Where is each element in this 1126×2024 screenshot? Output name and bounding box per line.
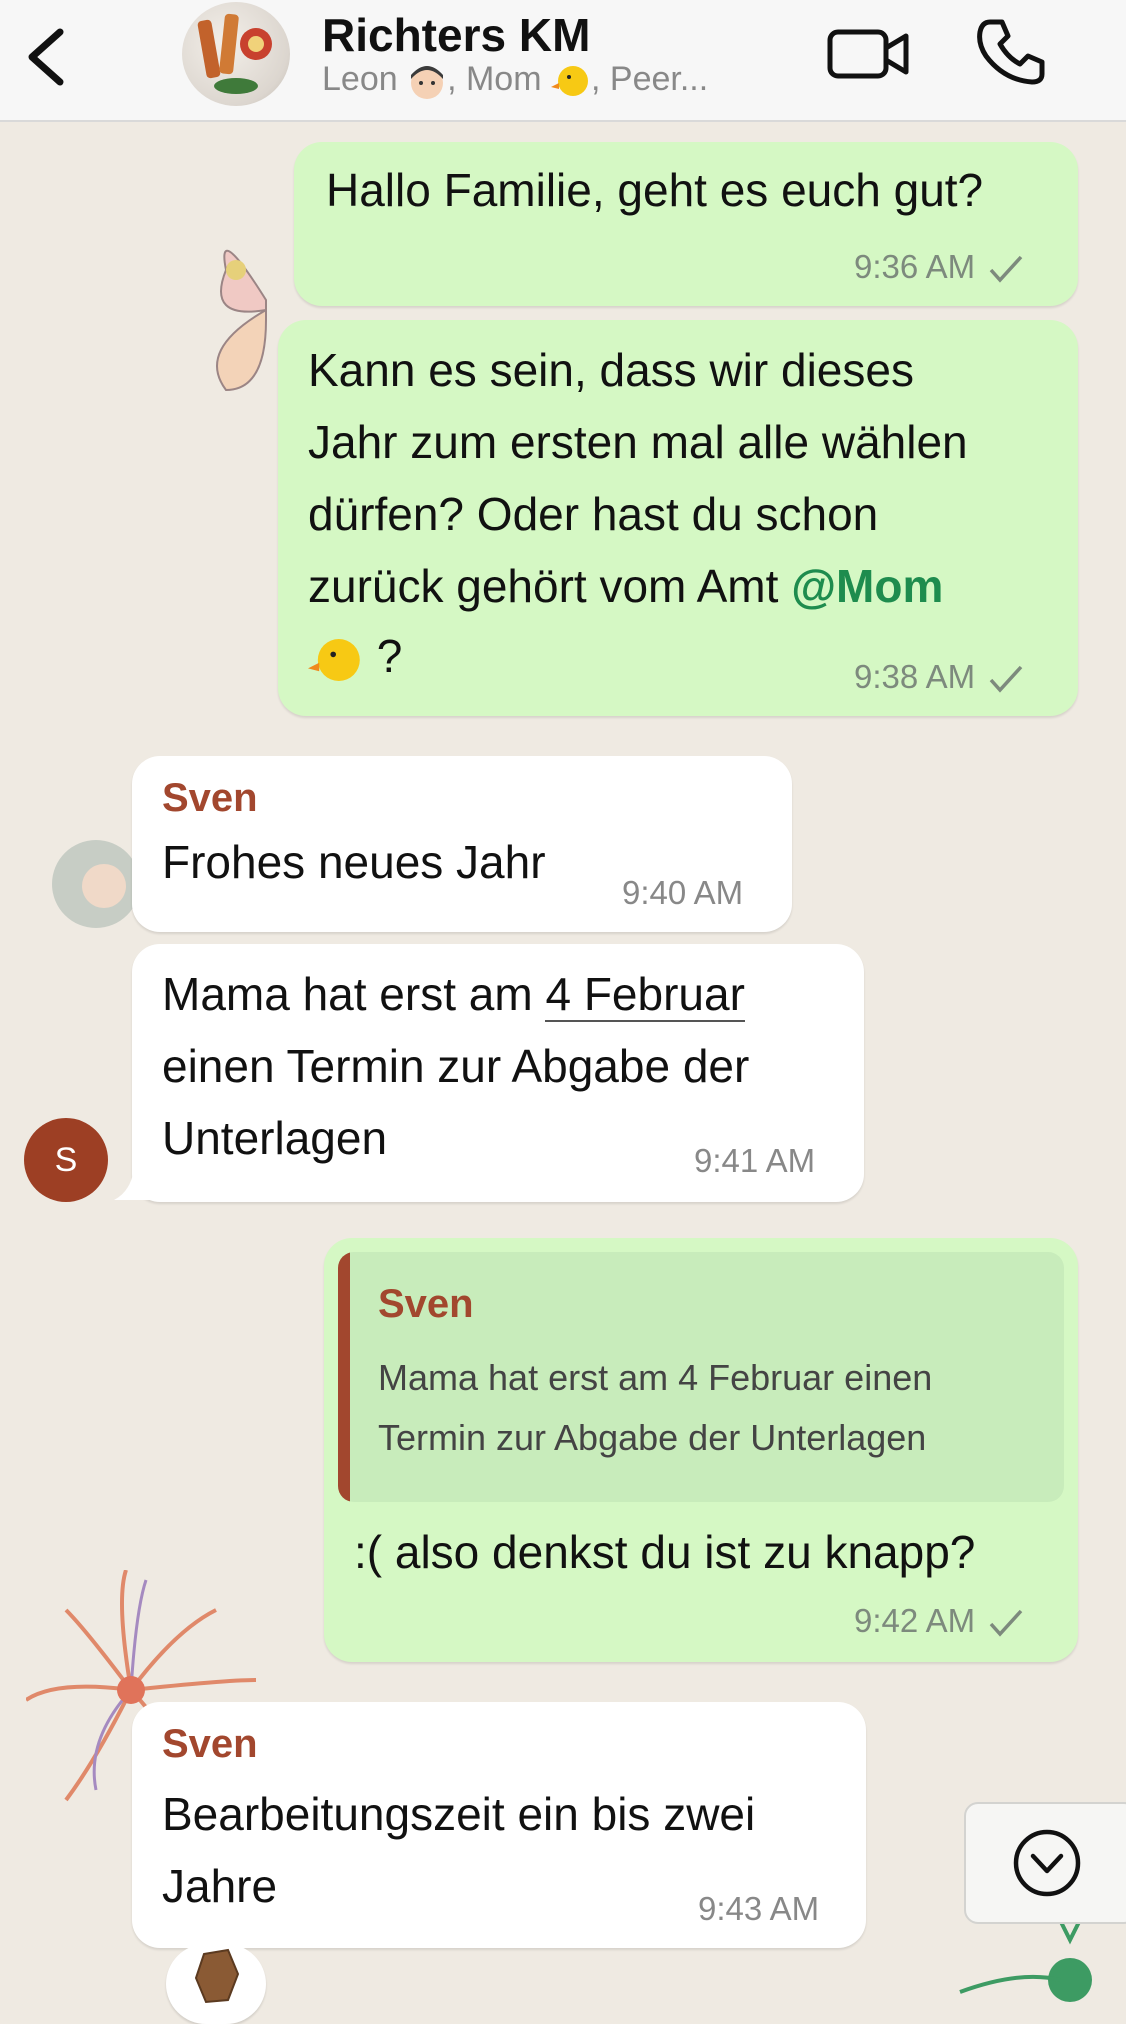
mention-link[interactable]: @Mom [791, 560, 943, 612]
message-text: Hallo Familie, geht es euch gut? [326, 164, 984, 216]
duck-emoji-icon [308, 638, 360, 681]
message-text-line: Jahr zum ersten mal alle wählen [308, 416, 968, 468]
sender-avatar[interactable]: S [24, 1118, 108, 1202]
read-check-icon [989, 1610, 1023, 1637]
message-bubble-outgoing[interactable]: Kann es sein, dass wir dieses Jahr zum e… [278, 320, 1078, 716]
message-time: 9:42 AM [854, 1602, 1024, 1640]
boy-emoji-icon [411, 66, 444, 100]
message-text-line: ? [308, 620, 402, 692]
sender-name[interactable]: Sven [162, 776, 258, 821]
message-time: 9:43 AM [698, 1890, 820, 1927]
quote-accent-bar [338, 1252, 350, 1502]
chat-members[interactable]: Leon , Mom , Peer... [322, 60, 708, 101]
group-avatar[interactable] [182, 2, 290, 106]
message-reaction[interactable] [166, 1944, 266, 2024]
message-text-line: dürfen? Oder hast du schon [308, 488, 879, 540]
chat-header: Richters KM Leon , Mom , Peer... [0, 0, 1126, 122]
message-text-line: einen Termin zur Abgabe der [162, 1040, 750, 1092]
quote-text-line: Mama hat erst am 4 Februar einen [378, 1357, 933, 1398]
quote-text-line: Termin zur Abgabe der Unterlagen [378, 1417, 927, 1458]
food-photo-icon [197, 13, 272, 94]
date-link[interactable]: 4 Februar [545, 968, 745, 1022]
chat-title[interactable]: Richters KM [322, 8, 590, 62]
message-text-line: Jahre [162, 1860, 278, 1912]
quoted-message[interactable]: Sven Mama hat erst am 4 Februar einen Te… [338, 1252, 1064, 1502]
message-bubble-outgoing[interactable]: Hallo Familie, geht es euch gut? 9:36 AM [294, 142, 1078, 306]
message-bubble-incoming[interactable]: Sven Frohes neues Jahr 9:40 AM [132, 756, 792, 932]
message-text-line: Mama hat erst am 4 Februar [162, 968, 745, 1022]
message-time: 9:36 AM [854, 248, 1024, 286]
girl-face-doodle-icon [52, 840, 140, 928]
message-text-line: Kann es sein, dass wir dieses [308, 344, 914, 396]
message-bubble-incoming[interactable]: Sven Bearbeitungszeit ein bis zwei Jahre… [132, 1702, 866, 1948]
message-time: 9:40 AM [622, 874, 744, 911]
message-bubble-incoming[interactable]: Mama hat erst am 4 Februar einen Termin … [132, 944, 864, 1202]
message-time: 9:38 AM [854, 658, 1024, 696]
back-chevron-icon[interactable] [22, 22, 72, 92]
duck-emoji-icon [551, 66, 588, 97]
sender-name[interactable]: Sven [162, 1722, 258, 1767]
member-name-mom: , Mom [447, 60, 542, 98]
phone-call-icon[interactable] [976, 16, 1046, 86]
read-check-icon [989, 666, 1023, 693]
coffin-emoji-icon [194, 1948, 240, 2004]
member-name-peer: , Peer... [591, 60, 709, 98]
quote-sender-name: Sven [378, 1282, 474, 1326]
message-text-line: zurück gehört vom Amt @Mom [308, 560, 944, 612]
message-bubble-outgoing[interactable]: Sven Mama hat erst am 4 Februar einen Te… [324, 1238, 1078, 1662]
message-text: :( also denkst du ist zu knapp? [354, 1526, 976, 1578]
message-text-line: Unterlagen [162, 1112, 388, 1164]
message-text: Frohes neues Jahr [162, 836, 546, 888]
member-name-leon: Leon [322, 60, 398, 98]
chevron-down-circle-icon [1013, 1829, 1081, 1897]
message-time: 9:41 AM [694, 1142, 816, 1179]
message-text-line: Bearbeitungszeit ein bis zwei [162, 1788, 756, 1840]
scroll-to-bottom-button[interactable] [964, 1802, 1126, 1924]
video-call-icon[interactable] [826, 22, 910, 86]
read-check-icon [989, 256, 1023, 283]
